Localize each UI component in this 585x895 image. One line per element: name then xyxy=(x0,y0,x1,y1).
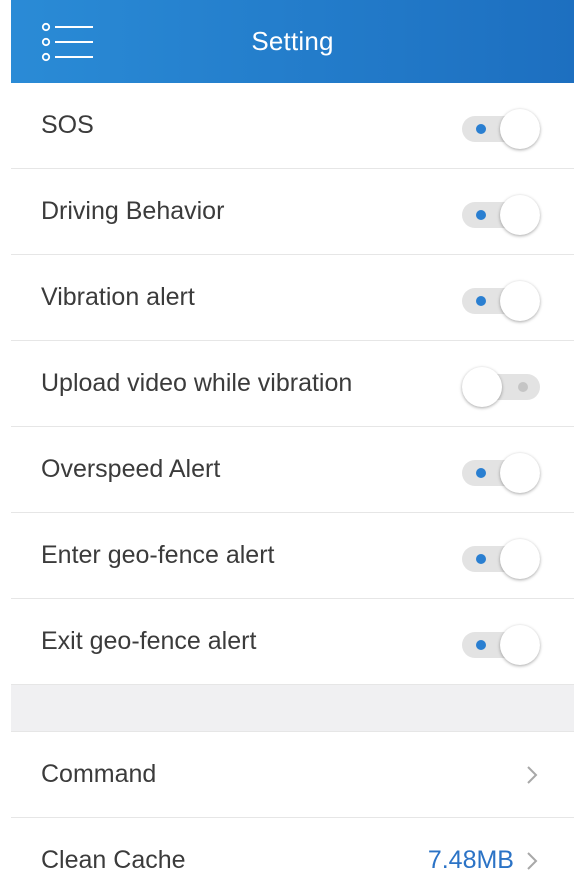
setting-label: Overspeed Alert xyxy=(41,455,221,483)
toggle-dot xyxy=(476,553,486,564)
setting-row-overspeed-alert: Overspeed Alert xyxy=(11,427,574,513)
nav-label: Clean Cache xyxy=(41,846,186,874)
setting-label: SOS xyxy=(41,111,94,139)
toggle-knob[interactable] xyxy=(500,108,540,149)
setting-label: Enter geo-fence alert xyxy=(41,541,275,569)
vibration-alert-toggle[interactable] xyxy=(458,278,540,321)
upload-video-toggle[interactable] xyxy=(458,364,540,407)
cache-size-value: 7.48MB xyxy=(427,846,514,874)
settings-screen: Setting SOS Driving Behavior Vibration a… xyxy=(0,0,585,895)
setting-row-vibration-alert: Vibration alert xyxy=(11,255,574,341)
toggle-dot xyxy=(476,123,486,134)
nav-row-command[interactable]: Command xyxy=(11,732,574,818)
toggle-settings-list: SOS Driving Behavior Vibration alert Upl… xyxy=(11,83,574,685)
setting-row-driving-behavior: Driving Behavior xyxy=(11,169,574,255)
menu-list-icon[interactable] xyxy=(41,22,95,62)
toggle-knob[interactable] xyxy=(500,624,540,665)
toggle-knob[interactable] xyxy=(500,280,540,321)
toggle-dot xyxy=(476,209,486,220)
nav-label: Command xyxy=(41,760,157,788)
toggle-knob[interactable] xyxy=(500,194,540,235)
nav-right: 7.48MB xyxy=(428,846,540,875)
toggle-knob[interactable] xyxy=(500,538,540,579)
toggle-dot xyxy=(476,295,486,306)
setting-row-exit-geofence: Exit geo-fence alert xyxy=(11,599,574,685)
nav-right xyxy=(514,764,540,786)
setting-label: Upload video while vibration xyxy=(41,369,353,397)
toggle-knob[interactable] xyxy=(462,366,502,407)
overspeed-alert-toggle[interactable] xyxy=(458,450,540,493)
setting-row-sos: SOS xyxy=(11,83,574,169)
nav-row-clean-cache[interactable]: Clean Cache 7.48MB xyxy=(11,818,574,895)
toggle-dot xyxy=(476,467,486,478)
toggle-dot xyxy=(476,639,486,650)
driving-behavior-toggle[interactable] xyxy=(458,192,540,235)
setting-label: Driving Behavior xyxy=(41,197,225,225)
setting-label: Exit geo-fence alert xyxy=(41,627,257,655)
setting-row-upload-video: Upload video while vibration xyxy=(11,341,574,427)
enter-geofence-toggle[interactable] xyxy=(458,536,540,579)
chevron-right-icon xyxy=(527,851,538,870)
exit-geofence-toggle[interactable] xyxy=(458,622,540,665)
setting-label: Vibration alert xyxy=(41,283,195,311)
navigation-list: Command Clean Cache 7.48MB xyxy=(11,732,574,895)
section-divider xyxy=(11,685,574,732)
app-header: Setting xyxy=(11,0,574,83)
chevron-right-icon xyxy=(527,765,538,784)
setting-row-enter-geofence: Enter geo-fence alert xyxy=(11,513,574,599)
toggle-knob[interactable] xyxy=(500,452,540,493)
sos-toggle[interactable] xyxy=(458,106,540,149)
page-title: Setting xyxy=(251,26,334,56)
toggle-dot xyxy=(518,381,528,392)
